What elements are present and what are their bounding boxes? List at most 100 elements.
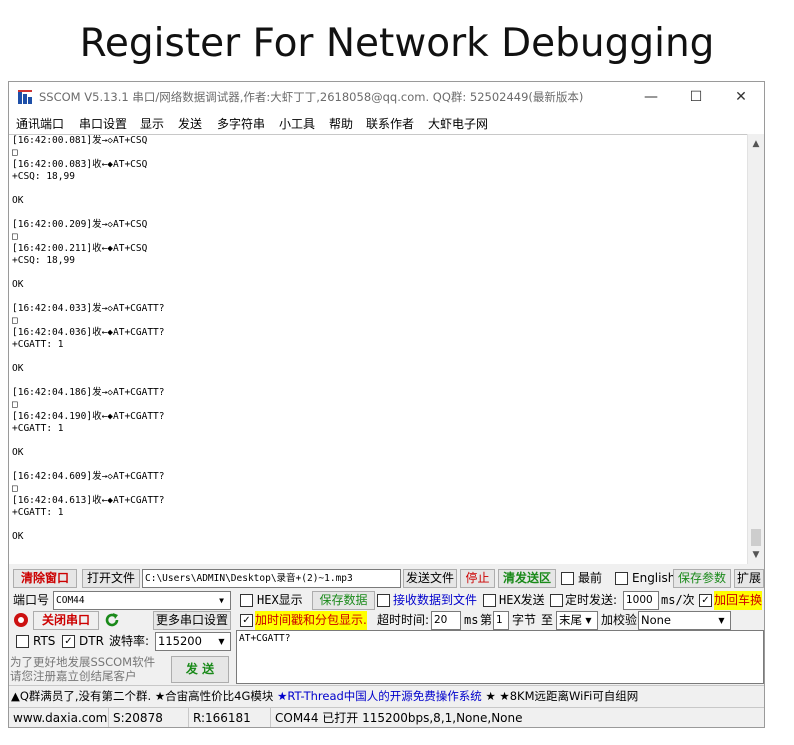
menu-help[interactable]: 帮助 — [329, 115, 353, 132]
receive-log-line: [16:42:00.081]发→◇AT+CSQ — [12, 135, 148, 146]
stop-button[interactable]: 停止 — [460, 569, 495, 588]
menu-contact-author[interactable]: 联系作者 — [366, 115, 414, 132]
nth-input[interactable]: 1 — [493, 611, 509, 630]
receive-log-line: □ — [12, 483, 18, 494]
port-number-label: 端口号 — [13, 593, 50, 607]
close-port-button[interactable]: 关闭串口 — [33, 611, 99, 630]
rts-label: RTS — [33, 634, 56, 648]
hex-display-checkbox[interactable] — [240, 594, 253, 607]
timestamp-checkbox[interactable]: ✓ — [240, 614, 253, 627]
timed-send-checkbox[interactable] — [550, 594, 563, 607]
open-file-button[interactable]: 打开文件 — [82, 569, 140, 588]
interval-unit-label: ms/次 — [661, 593, 695, 607]
receive-log-line: [16:42:00.209]发→◇AT+CSQ — [12, 219, 148, 230]
hex-send-label: HEX发送 — [499, 593, 545, 607]
hex-send-checkbox[interactable] — [483, 594, 496, 607]
end-select[interactable]: 末尾 ▼ — [556, 611, 598, 630]
receive-log-line: OK — [12, 195, 24, 206]
receive-log-line — [12, 351, 165, 363]
rts-checkbox[interactable] — [16, 635, 29, 648]
receive-log-line — [12, 435, 165, 447]
clear-window-button[interactable]: 清除窗口 — [13, 569, 77, 588]
status-bar: www.daxia.com S:20878 R:166181 COM44 已打开… — [9, 707, 764, 727]
clear-send-area-button[interactable]: 清发送区 — [498, 569, 556, 588]
sscom-app-icon — [18, 90, 32, 104]
menu-serial-settings[interactable]: 串口设置 — [79, 115, 127, 132]
maximize-button[interactable]: ☐ — [685, 86, 707, 108]
status-sent-count: S:20878 — [109, 708, 189, 727]
scroll-down-icon[interactable]: ▼ — [748, 547, 764, 563]
save-params-button[interactable]: 保存参数 — [673, 569, 731, 588]
add-crlf-label: 加回车换 — [714, 591, 763, 610]
status-port-state: COM44 已打开 115200bps,8,1,None,None — [275, 711, 523, 725]
receive-area[interactable]: [16:42:00.081]发→◇AT+CSQ □ [16:42:00.083]收←… — [9, 134, 747, 564]
status-website[interactable]: www.daxia.com — [9, 708, 109, 727]
minimize-button[interactable]: — — [640, 86, 662, 108]
send-file-button[interactable]: 发送文件 — [403, 569, 457, 588]
receive-log-line: +CSQ: 18,99 — [12, 255, 75, 266]
receive-log-line: +CGATT: 1 — [12, 339, 64, 350]
ad-bar: ▲Q群满员了,没有第二个群. ★合宙高性价比4G模块 ★RT-Thread中国人… — [9, 685, 764, 706]
ad-text-wifi[interactable]: ★ ★8KM远距离WiFi可自组网 — [482, 689, 638, 703]
expand-button[interactable]: 扩展 — [734, 569, 764, 588]
nth-label: 第 — [480, 613, 493, 627]
chevron-down-icon: ▼ — [218, 637, 225, 646]
receive-scrollbar[interactable]: ▲ ▼ — [747, 134, 764, 564]
interval-input[interactable]: 1000 — [623, 591, 659, 610]
english-label: English — [632, 571, 676, 585]
english-checkbox[interactable] — [615, 572, 628, 585]
ad-text-qq[interactable]: ▲Q群满员了,没有第二个群. ★合宙高性价比4G模块 — [11, 689, 277, 703]
receive-log-line: OK — [12, 447, 24, 458]
baud-rate-select[interactable]: 115200 ▼ — [155, 632, 231, 651]
recv-to-file-label[interactable]: 接收数据到文件 — [393, 591, 477, 610]
menu-bar: 通讯端口 串口设置 显示 发送 多字符串 小工具 帮助 联系作者 大虾电子网 — [9, 112, 764, 134]
byte-label: 字节 — [512, 613, 537, 627]
receive-log-line: □ — [12, 147, 18, 158]
menu-display[interactable]: 显示 — [140, 115, 164, 132]
chevron-down-icon: ▼ — [718, 616, 725, 625]
window-title: SSCOM V5.13.1 串口/网络数据调试器,作者:大虾丁丁,2618058… — [39, 90, 584, 104]
receive-log-line: □ — [12, 399, 18, 410]
receive-log-line: [16:42:04.186]发→◇AT+CGATT? — [12, 387, 165, 398]
checksum-label: 加校验 — [601, 613, 638, 627]
refresh-icon[interactable] — [104, 612, 120, 628]
receive-log-line — [12, 267, 165, 279]
checksum-select[interactable]: None ▼ — [638, 611, 731, 630]
timeout-input[interactable]: 20 — [431, 611, 461, 630]
register-promo-text[interactable]: 为了更好地发展SSCOM软件 请您注册嘉立创结尾客户 — [10, 655, 155, 683]
send-button[interactable]: 发 送 — [171, 656, 229, 683]
menu-daxia-site[interactable]: 大虾电子网 — [428, 115, 488, 132]
send-text-area[interactable]: AT+CGATT? — [236, 630, 764, 684]
to-label: 至 — [541, 613, 554, 627]
receive-log-line: OK — [12, 279, 24, 290]
title-bar: SSCOM V5.13.1 串口/网络数据调试器,作者:大虾丁丁,2618058… — [9, 82, 764, 112]
scroll-thumb[interactable] — [751, 529, 761, 546]
more-serial-settings-button[interactable]: 更多串口设置 — [153, 611, 231, 630]
receive-log-line: [16:42:04.033]发→◇AT+CGATT? — [12, 303, 165, 314]
scroll-up-icon[interactable]: ▲ — [748, 136, 764, 152]
menu-multi-string[interactable]: 多字符串 — [217, 115, 265, 132]
topmost-checkbox[interactable] — [561, 572, 574, 585]
baud-rate-value: 115200 — [158, 634, 202, 648]
dtr-checkbox[interactable]: ✓ — [62, 635, 75, 648]
receive-log-line: [16:42:00.211]收←◆AT+CSQ — [12, 243, 148, 254]
recv-to-file-checkbox[interactable] — [377, 594, 390, 607]
receive-log-line — [12, 519, 165, 531]
hex-display-label: HEX显示 — [257, 593, 303, 607]
sscom-window: SSCOM V5.13.1 串口/网络数据调试器,作者:大虾丁丁,2618058… — [8, 81, 765, 728]
checksum-select-value: None — [641, 613, 672, 627]
ad-text-rtthread[interactable]: ★RT-Thread中国人的开源免费操作系统 — [277, 689, 482, 703]
file-path-input[interactable]: C:\Users\ADMIN\Desktop\录音+(2)~1.mp3 — [142, 569, 401, 588]
port-select[interactable]: COM44 ▼ — [53, 591, 231, 610]
menu-send[interactable]: 发送 — [178, 115, 202, 132]
receive-log-line: □ — [12, 231, 18, 242]
save-data-button[interactable]: 保存数据 — [312, 591, 375, 610]
close-button[interactable]: ✕ — [730, 86, 752, 108]
menu-comm-port[interactable]: 通讯端口 — [16, 115, 64, 132]
dtr-label: DTR — [79, 634, 104, 648]
timestamp-label: 加时间戳和分包显示. — [255, 611, 367, 630]
receive-log-line: □ — [12, 315, 18, 326]
add-crlf-checkbox[interactable]: ✓ — [699, 594, 712, 607]
receive-log-line — [12, 459, 165, 471]
menu-tools[interactable]: 小工具 — [279, 115, 315, 132]
